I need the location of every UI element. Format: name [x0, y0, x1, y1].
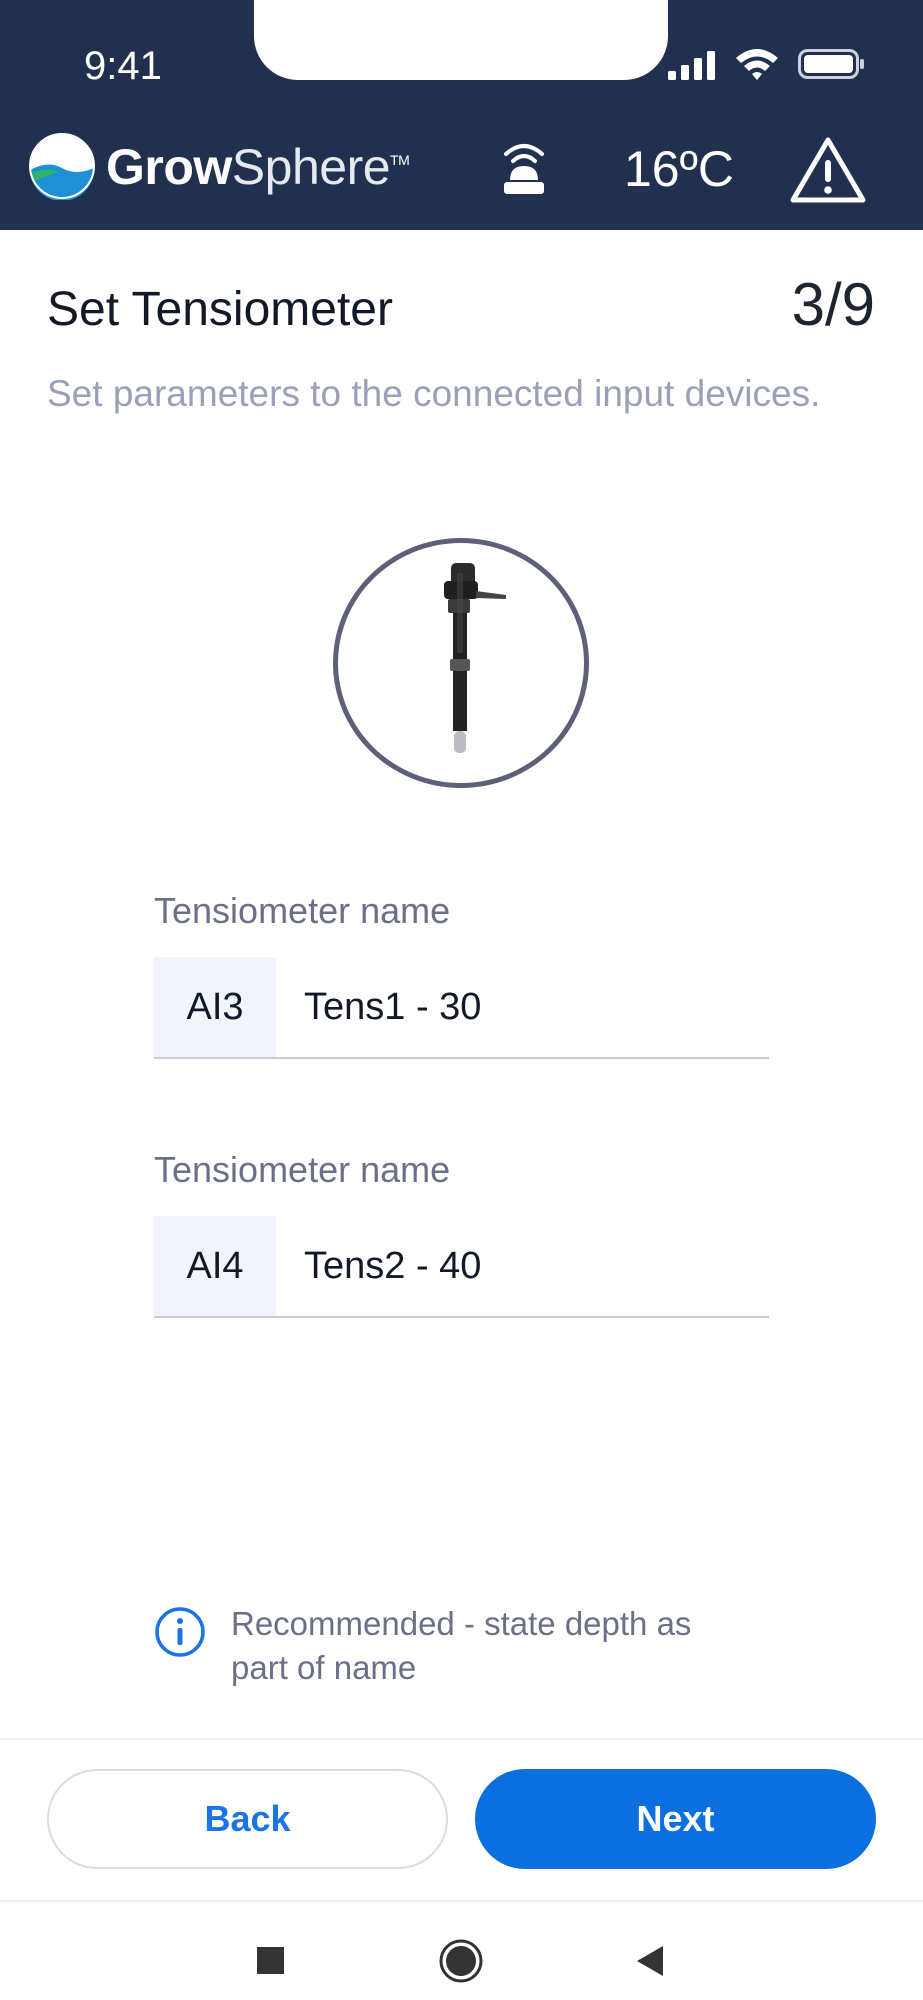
input-channel-prefix: AI4: [154, 1216, 276, 1316]
square-icon[interactable]: [257, 1947, 284, 1974]
device-image-frame: [333, 538, 589, 788]
signal-icon: [668, 51, 715, 80]
status-time: 9:41: [84, 44, 162, 88]
tensiometer-name-label-2: Tensiometer name: [154, 1149, 451, 1190]
footer-divider: [0, 1738, 923, 1740]
back-triangle-icon[interactable]: [633, 1944, 667, 1978]
input-channel-prefix: AI3: [154, 957, 276, 1057]
tensiometer-name-input-2[interactable]: [276, 1216, 769, 1316]
info-icon: [155, 1607, 205, 1657]
warning-icon[interactable]: [790, 136, 866, 204]
temperature-readout: 16ºC: [624, 141, 734, 197]
tensiometer-name-label-1: Tensiometer name: [154, 890, 451, 931]
system-nav-bar: [0, 1900, 923, 2000]
next-button[interactable]: Next: [475, 1769, 876, 1869]
page-title: Set Tensiometer: [47, 283, 393, 336]
battery-icon: [798, 49, 864, 79]
tensiometer-icon: [444, 563, 506, 753]
info-hint-text: Recommended - state depth as part of nam…: [231, 1605, 692, 1686]
step-counter: 3/9: [791, 271, 875, 338]
wifi-icon: [736, 49, 778, 80]
page-subtitle: Set parameters to the connected input de…: [47, 373, 821, 414]
logo-icon: [29, 133, 95, 200]
tensiometer-name-input-1[interactable]: [276, 957, 769, 1057]
home-icon[interactable]: [438, 1938, 484, 1984]
device-notch: [254, 0, 668, 80]
beacon-icon[interactable]: [496, 136, 552, 198]
back-button[interactable]: Back: [47, 1769, 448, 1869]
tensiometer-name-field-2: AI4: [154, 1216, 769, 1318]
tensiometer-name-field-1: AI3: [154, 957, 769, 1059]
screen: 9:41 GrowSphereTM 16ºC Set Tensiometer 3…: [0, 0, 923, 2000]
brand-name: GrowSphereTM: [106, 139, 410, 195]
app-header: 9:41 GrowSphereTM 16ºC: [0, 0, 923, 230]
